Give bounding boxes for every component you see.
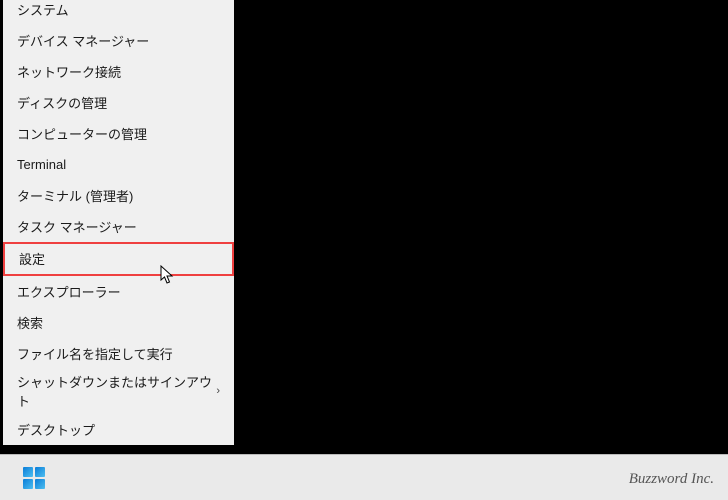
menu-item-task-manager[interactable]: タスク マネージャー xyxy=(3,211,234,242)
menu-item-network-connections[interactable]: ネットワーク接続 xyxy=(3,56,234,87)
menu-item-label: ネットワーク接続 xyxy=(17,62,121,81)
menu-item-label: デスクトップ xyxy=(17,420,95,439)
menu-item-label: デバイス マネージャー xyxy=(17,31,149,50)
menu-item-label: システム xyxy=(17,0,69,19)
menu-item-search[interactable]: 検索 xyxy=(3,307,234,338)
taskbar: Buzzword Inc. xyxy=(0,454,728,500)
menu-item-label: ファイル名を指定して実行 xyxy=(17,344,173,363)
menu-item-label: シャットダウンまたはサインアウト xyxy=(17,372,216,410)
menu-item-label: エクスプローラー xyxy=(17,282,121,301)
menu-item-explorer[interactable]: エクスプローラー xyxy=(3,276,234,307)
windows-logo-icon xyxy=(23,467,45,489)
menu-item-system[interactable]: システム xyxy=(3,0,234,25)
watermark: Buzzword Inc. xyxy=(629,471,714,488)
menu-item-computer-management[interactable]: コンピューターの管理 xyxy=(3,118,234,149)
menu-item-label: ターミナル (管理者) xyxy=(17,186,133,205)
menu-item-device-manager[interactable]: デバイス マネージャー xyxy=(3,25,234,56)
menu-item-label: ディスクの管理 xyxy=(17,93,107,112)
chevron-right-icon: › xyxy=(216,385,220,397)
menu-item-label: コンピューターの管理 xyxy=(17,124,147,143)
menu-item-desktop[interactable]: デスクトップ xyxy=(3,414,234,445)
winx-context-menu: システム デバイス マネージャー ネットワーク接続 ディスクの管理 コンピュータ… xyxy=(3,0,234,445)
menu-item-label: Terminal xyxy=(17,157,66,172)
menu-item-disk-management[interactable]: ディスクの管理 xyxy=(3,87,234,118)
menu-item-terminal-admin[interactable]: ターミナル (管理者) xyxy=(3,180,234,211)
menu-item-label: 検索 xyxy=(17,313,43,332)
start-button[interactable] xyxy=(18,462,50,494)
menu-item-settings[interactable]: 設定 xyxy=(3,242,234,276)
menu-item-label: 設定 xyxy=(19,249,45,268)
menu-item-terminal[interactable]: Terminal xyxy=(3,149,234,180)
menu-item-label: タスク マネージャー xyxy=(17,217,137,236)
menu-item-run[interactable]: ファイル名を指定して実行 xyxy=(3,338,234,369)
menu-item-shutdown-signout[interactable]: シャットダウンまたはサインアウト › xyxy=(3,369,234,415)
